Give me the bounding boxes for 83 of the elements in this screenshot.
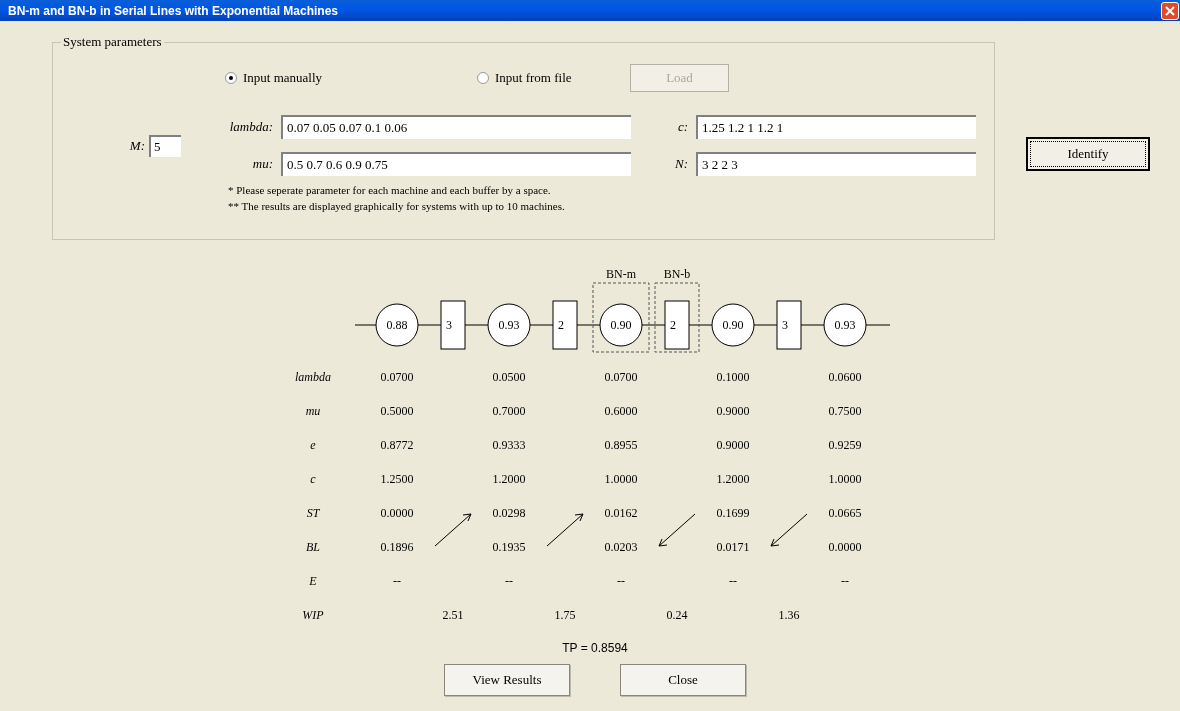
radio-option[interactable]: Input from file [477,68,630,88]
close-icon [1165,5,1175,16]
table-cell-text: 0.1699 [715,505,751,522]
row-label: mu [304,403,322,420]
field-label: M: [129,136,145,155]
table-cell-text: 2.51 [441,607,465,624]
radio-button[interactable] [477,72,489,84]
throughput-text: TP = 0.8594 [562,640,628,657]
buffer-value: 3 [782,318,788,332]
row-label: BL [305,539,321,556]
table-cell-text: 0.0500 [491,369,527,386]
table-cell-text: 1.0000 [827,471,863,488]
identify-button[interactable]: Identify [1026,137,1150,171]
note-text: ** The results are displayed graphically for systems with up to 10 machines. [228,199,566,214]
table-cell-text: -- [616,573,626,590]
table-cell-text: 1.75 [553,607,577,624]
table-cell-text: 1.2500 [379,471,415,488]
row-label: e [309,437,317,454]
table-cell-text: -- [728,573,738,590]
row-label: c [309,471,317,488]
table-cell-text: 0.0700 [603,369,639,386]
table-cell-text: 0.9259 [827,437,863,454]
machines-count-field[interactable]: 5 [149,134,181,157]
table-cell-text: 0.9000 [715,403,751,420]
bottleneck-frame [592,282,650,353]
bottleneck-label: BN-m [606,267,636,281]
row-label: ST [305,505,321,522]
machine-value: 0.90 [722,318,744,332]
dialog-button[interactable]: View Results [444,664,570,696]
table-cell-text: -- [392,573,402,590]
table-cell-text: 0.8772 [379,437,415,454]
table-cell-text: 1.2000 [491,471,527,488]
table-cell-text: 0.1935 [491,539,527,556]
machine-value: 0.90 [610,318,632,332]
table-cell-text: -- [840,573,850,590]
row-label: WIP [301,607,325,624]
row-label: E [308,573,318,590]
parameter-field[interactable]: 0.5 0.7 0.6 0.9 0.75 [281,152,631,176]
bottleneck-frame [654,282,700,353]
close-button[interactable] [1161,1,1179,20]
buffer-value: 2 [558,318,564,332]
machine-value: 0.88 [386,318,408,332]
table-cell-text: 0.0298 [491,505,527,522]
table-cell-text: 0.0000 [827,539,863,556]
table-cell-text: 1.36 [777,607,801,624]
dialog-button[interactable]: Close [620,664,746,696]
buffer-value: 3 [446,318,452,332]
parameter-field[interactable]: 0.07 0.05 0.07 0.1 0.06 [281,115,631,139]
field-label: lambda: [228,118,274,137]
table-cell-text: 0.0203 [603,539,639,556]
table-cell-text: 0.0171 [715,539,751,556]
table-cell-text: 0.0000 [379,505,415,522]
table-cell-text: 1.0000 [603,471,639,488]
radio-button[interactable] [225,72,237,84]
window-title: BN-m and BN-b in Serial Lines with Exponential Machines [8,2,339,20]
table-cell-text: 0.0700 [379,369,415,386]
table-cell-text: 0.5000 [379,403,415,420]
parameter-field[interactable]: 1.25 1.2 1 1.2 1 [696,115,976,139]
table-cell-text: 0.7000 [491,403,527,420]
bottleneck-label: BN-b [663,267,691,281]
table-cell-text: 0.8955 [603,437,639,454]
parameter-field[interactable]: 3 2 2 3 [696,152,976,176]
table-cell-text: 0.0162 [603,505,639,522]
table-cell-text: 0.6000 [603,403,639,420]
note-text: * Please seperate parameter for each machine and each buffer by a space. [228,183,552,198]
table-cell-text: 0.0665 [827,505,863,522]
field-label: c: [676,118,689,137]
table-cell-text: 0.0600 [827,369,863,386]
table-cell-text: 0.1896 [379,539,415,556]
table-cell-text: -- [504,573,514,590]
table-cell-text: 0.24 [665,607,689,624]
buffer-value: 2 [670,318,676,332]
table-cell-text: 0.1000 [715,369,751,386]
field-label: mu: [251,155,274,174]
field-label: N: [674,155,689,174]
table-cell-text: 0.9000 [715,437,751,454]
machine-value: 0.93 [498,318,520,332]
row-label: lambda [294,369,332,386]
radio-option[interactable]: Input manually [225,68,477,88]
machine-value: 0.93 [834,318,856,332]
table-cell-text: 0.7500 [827,403,863,420]
table-cell-text: 0.9333 [491,437,527,454]
table-cell-text: 1.2000 [715,471,751,488]
